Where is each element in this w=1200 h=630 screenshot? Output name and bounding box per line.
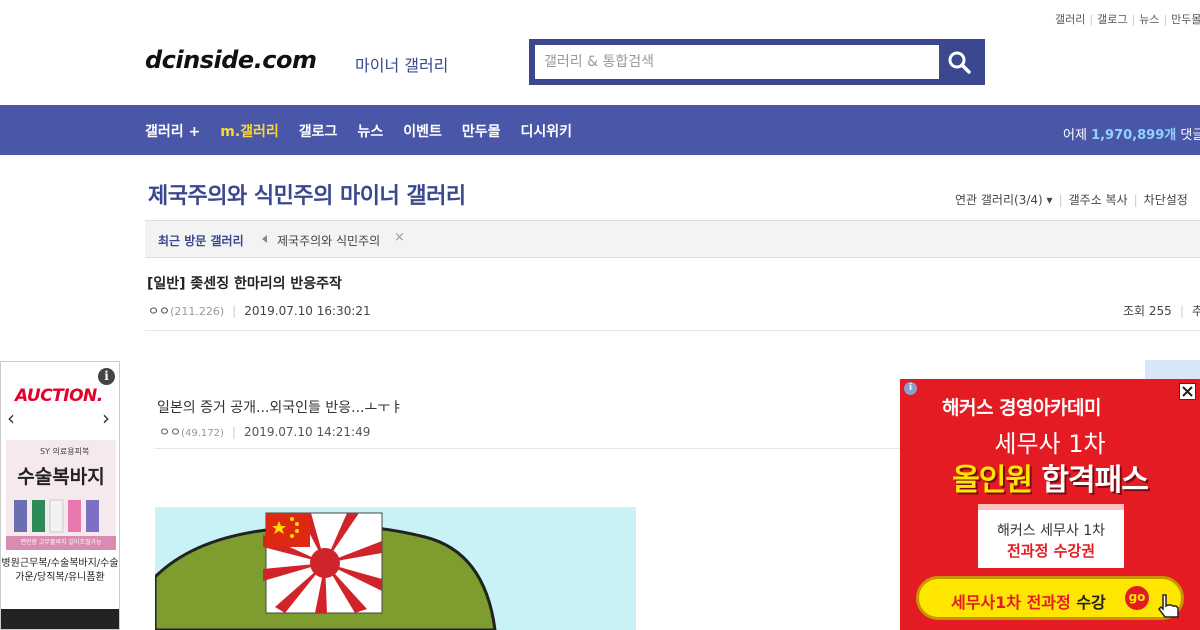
ad-headline-highlight: 올인원 xyxy=(952,463,1033,498)
close-icon[interactable]: × xyxy=(394,230,405,245)
post-image xyxy=(155,507,636,630)
frog-flag-illustration xyxy=(155,512,497,630)
main-nav: 갤러리 + m.갤러리 갤로그 뉴스 이벤트 만두몰 디시위키 어제 1,970… xyxy=(0,105,1200,155)
ad-footer-image[interactable] xyxy=(1,609,119,629)
ad-product-title: 수술복바지 xyxy=(17,466,105,488)
ad-brand-logo: AUCTION. xyxy=(15,386,103,406)
close-icon[interactable] xyxy=(1179,383,1196,400)
search-box xyxy=(529,39,985,85)
embedded-post-meta: ㅇㅇ(49.172) | 2019.07.10 14:21:49 xyxy=(159,425,371,439)
divider xyxy=(155,448,935,449)
post-title: [일반] 좆센징 한마리의 반응주작 xyxy=(147,276,342,292)
site-logo[interactable]: dcinside.com xyxy=(145,46,317,74)
post-author[interactable]: ㅇㅇ xyxy=(148,304,170,318)
util-link-gallog[interactable]: 갤로그 xyxy=(1097,13,1127,26)
post-date: 2019.07.10 16:30:21 xyxy=(244,304,371,318)
util-links: 갤러리 | 갤로그 | 뉴스 | 만두몰 xyxy=(1055,13,1200,26)
embedded-author: ㅇㅇ xyxy=(159,425,182,439)
recent-visited-bar: 최근 방문 갤러리 제국주의와 식민주의 × xyxy=(145,220,1200,258)
util-link-mall[interactable]: 만두몰 xyxy=(1171,13,1200,26)
ad-product-image[interactable]: SY 의료용피복 수술복바지 편안함 고무줄바지 길이조절가능 xyxy=(6,440,116,550)
search-button[interactable] xyxy=(939,45,979,79)
pants-illustration xyxy=(14,499,99,533)
nav-mgallery[interactable]: m.갤러리 xyxy=(220,121,279,141)
ad-voucher-line1: 해커스 세무사 1차 xyxy=(997,523,1105,539)
post-uid: (211.226) xyxy=(170,305,225,318)
chevron-left-icon[interactable]: ‹ xyxy=(7,406,15,430)
stat-value: 1,970,899개 xyxy=(1091,128,1177,143)
post-stats: 조회 255 | 추 xyxy=(1123,302,1200,319)
ad-cta-go: go xyxy=(1125,586,1149,610)
divider xyxy=(145,330,1200,331)
ad-voucher-line2: 전과정 수강권 xyxy=(1006,542,1096,560)
arrow-left-icon[interactable] xyxy=(262,235,267,243)
related-gallery-button[interactable]: 연관 갤러리(3/4) ▾ xyxy=(955,193,1053,207)
ad-brand: 해커스 경영아카데미 xyxy=(942,397,1101,419)
util-link-gallery[interactable]: 갤러리 xyxy=(1055,13,1085,26)
ad-cta-button[interactable]: 세무사1차 전과정 수강 go xyxy=(916,576,1184,620)
left-ad[interactable]: i AUCTION. ‹ › SY 의료용피복 수술복바지 편안함 고무줄바지 … xyxy=(0,361,120,630)
nav-gallery[interactable]: 갤러리 + xyxy=(145,121,200,141)
embedded-uid: (49.172) xyxy=(181,428,224,439)
comment-stat: 어제 1,970,899개 댓글 xyxy=(1063,124,1200,143)
ad-voucher-box: 해커스 세무사 1차 전과정 수강권 xyxy=(978,504,1124,568)
recent-item[interactable]: 제국주의와 식민주의 xyxy=(277,232,380,249)
embedded-date: 2019.07.10 14:21:49 xyxy=(243,425,371,439)
ad-cta-text: 세무사1차 전과정 수강 xyxy=(951,593,1106,612)
ad-product-footer: 편안함 고무줄바지 길이조절가능 xyxy=(6,536,116,550)
ad-headline: 세무사 1차 xyxy=(994,430,1106,458)
gallery-title[interactable]: 제국주의와 식민주의 마이너 갤러리 xyxy=(148,178,466,210)
right-ad[interactable]: i 해커스 경영아카데미 세무사 1차 올인원 합격패스 해커스 세무사 1차 … xyxy=(900,379,1200,630)
nav-event[interactable]: 이벤트 xyxy=(403,121,442,141)
post-views: 조회 255 xyxy=(1123,304,1172,318)
hand-pointer-icon xyxy=(1158,594,1179,618)
stat-label: 어제 xyxy=(1063,128,1087,143)
ad-headline-rest: 합격패스 xyxy=(1041,463,1148,498)
ad-headline-main: 올인원 합격패스 xyxy=(900,455,1200,499)
util-link-news[interactable]: 뉴스 xyxy=(1139,13,1159,26)
ad-product-brand: SY 의료용피복 xyxy=(40,447,90,456)
embedded-post-title: 일본의 증거 공개...외국인들 반응...ㅗㅜㅑ xyxy=(157,400,404,416)
block-settings-button[interactable]: 차단설정 xyxy=(1144,193,1188,207)
nav-news[interactable]: 뉴스 xyxy=(357,121,383,141)
logo-subtitle[interactable]: 마이너 갤러리 xyxy=(355,52,448,76)
copy-address-button[interactable]: 갤주소 복사 xyxy=(1069,193,1128,207)
info-icon[interactable]: i xyxy=(904,382,917,395)
ad-description[interactable]: 병원근무복/수술복바지/수술가운/당직복/유니폼환 xyxy=(1,557,119,585)
gallery-tools: 연관 갤러리(3/4) ▾ | 갤주소 복사 | 차단설정 xyxy=(955,193,1188,207)
stat-suffix: 댓글 xyxy=(1180,128,1200,143)
nav-mall[interactable]: 만두몰 xyxy=(462,121,501,141)
nav-gallog[interactable]: 갤로그 xyxy=(299,121,338,141)
search-input[interactable] xyxy=(535,45,939,79)
post-meta: ㅇㅇ(211.226) | 2019.07.10 16:30:21 xyxy=(148,304,371,318)
info-icon[interactable]: i xyxy=(98,368,115,385)
chevron-right-icon[interactable]: › xyxy=(102,406,110,430)
search-icon xyxy=(948,51,971,74)
nav-wiki[interactable]: 디시위키 xyxy=(520,121,572,141)
post-recommend: 추 xyxy=(1191,304,1200,318)
chevron-down-icon: ▾ xyxy=(1046,193,1053,207)
recent-label[interactable]: 최근 방문 갤러리 xyxy=(158,232,244,249)
